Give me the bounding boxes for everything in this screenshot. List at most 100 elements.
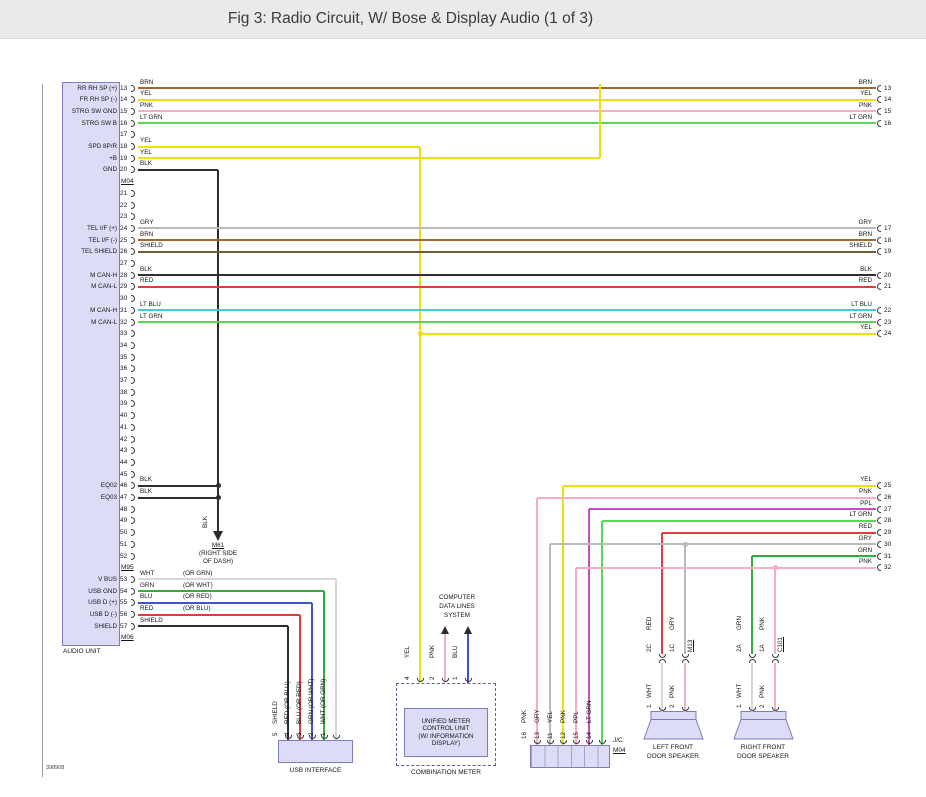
- jc-wire-label-12: PNK: [560, 710, 567, 723]
- jc-pin-bracket-11: [560, 740, 567, 744]
- au-connector-id-M06: M06: [121, 634, 134, 641]
- jc-pin-bracket-12: [573, 740, 580, 744]
- right-speaker-pin-wire-2: PNK: [759, 685, 766, 698]
- right-wire-label-17: GRY: [780, 219, 872, 226]
- au-pin-bracket-47: [131, 494, 135, 501]
- right-speaker-name-line1: RIGHT FRONT: [713, 744, 813, 751]
- left-speaker-pin-2: 2: [669, 704, 676, 708]
- au-pin-15: 15: [120, 108, 127, 115]
- junction-dot-1: [418, 331, 423, 336]
- wire-row28-ltgrn-seg1: [602, 520, 876, 522]
- au-pin-bracket-20: [131, 166, 135, 173]
- usb-pin-bracket-1: [333, 735, 340, 739]
- right-speaker-conn-lower-1A: [772, 659, 779, 663]
- au-pin-32: 32: [120, 319, 127, 326]
- au-pin-40: 40: [120, 412, 127, 419]
- au-pin-29: 29: [120, 283, 127, 290]
- au-wire-label-46: BLK: [140, 476, 152, 483]
- wire-row31-grn-seg2: [751, 556, 753, 654]
- meter-wire-label-1: BLU: [452, 646, 459, 658]
- diagram-left-border: [42, 84, 43, 777]
- au-pin-31: 31: [120, 307, 127, 314]
- usb-wire-label-5: SHIELD: [272, 701, 279, 724]
- left-speaker-conn-lower-2C: [659, 659, 666, 663]
- left-speaker-conn-wire-1C: GRY: [669, 616, 676, 630]
- left-speaker-pin-wire-1: WHT: [646, 684, 653, 698]
- au-pin-49: 49: [120, 517, 127, 524]
- wire-tel-shield-seg1: [138, 251, 876, 253]
- au-pin-bracket-44: [131, 459, 135, 466]
- meter-pin-bracket-1: [465, 678, 472, 682]
- left-speaker-pin-1: 1: [646, 704, 653, 708]
- au-pin-47: 47: [120, 494, 127, 501]
- jc-pin-13: 13: [534, 732, 541, 739]
- wire-row29-red-seg1: [662, 532, 876, 534]
- au-pin-28: 28: [120, 272, 127, 279]
- right-pin-22: 22: [884, 307, 891, 314]
- right-pin-15: 15: [884, 108, 891, 115]
- au-pin-bracket-21: [131, 190, 135, 197]
- left-speaker-name-line2: DOOR SPEAKER: [623, 753, 723, 760]
- au-pin-53: 53: [120, 576, 127, 583]
- au-pin-label-54: USB GND: [64, 588, 117, 595]
- right-pin-bracket-13: [877, 85, 881, 92]
- au-pin-bracket-23: [131, 213, 135, 220]
- au-pin-bracket-37: [131, 377, 135, 384]
- au-pin-bracket-49: [131, 517, 135, 524]
- au-pin-bracket-34: [131, 342, 135, 349]
- au-pin-bracket-41: [131, 424, 135, 431]
- document-number: 398908: [46, 765, 64, 771]
- au-wire-note-53: (OR GRN): [183, 570, 212, 577]
- au-pin-16: 16: [120, 120, 127, 127]
- au-pin-bracket-36: [131, 365, 135, 372]
- right-pin-29: 29: [884, 529, 891, 536]
- au-wire-note-54: (OR WHT): [183, 582, 213, 589]
- right-wire-label-29: RED: [780, 523, 872, 530]
- au-pin-26: 26: [120, 248, 127, 255]
- au-connector-id-M04: M04: [121, 178, 134, 185]
- au-pin-bracket-50: [131, 529, 135, 536]
- left-speaker-pin-bracket-2: [682, 707, 689, 711]
- au-pin-bracket-52: [131, 553, 135, 560]
- right-wire-label-20: BLK: [780, 266, 872, 273]
- ground-arrow-icon: [213, 531, 223, 541]
- au-pin-bracket-29: [131, 283, 135, 290]
- right-pin-28: 28: [884, 517, 891, 524]
- meter-pin-bracket-2: [442, 678, 449, 682]
- au-pin-bracket-25: [131, 237, 135, 244]
- au-wire-label-55: BLU: [140, 593, 152, 600]
- wire-meter-blu-seg1: [467, 634, 469, 683]
- usb-wire-label-1: WHT (OR GRN): [320, 679, 327, 724]
- right-pin-27: 27: [884, 506, 891, 513]
- wire-fr-rh-sp-seg1: [138, 99, 876, 101]
- wire-row28-ltgrn-seg2: [601, 521, 603, 745]
- wire-strg-sw-gnd-seg1: [138, 110, 876, 112]
- usb-pin-1: 1: [320, 732, 327, 736]
- au-wire-note-55: (OR RED): [183, 593, 212, 600]
- left-speaker-conn-wire-2C: RED: [646, 617, 653, 630]
- au-wire-label-25: BRN: [140, 231, 153, 238]
- right-pin-16: 16: [884, 120, 891, 127]
- au-pin-13: 13: [120, 85, 127, 92]
- jc-pin-bracket-14: [599, 740, 606, 744]
- right-pin-bracket-21: [877, 283, 881, 290]
- left-speaker-conn-pin-1C: 1C: [669, 644, 676, 652]
- au-pin-label-55: USB D (+): [64, 599, 117, 606]
- au-pin-bracket-16: [131, 120, 135, 127]
- ground-id: M61: [186, 542, 250, 549]
- left-speaker-conn-lower-1C: [682, 659, 689, 663]
- au-pin-label-28: M CAN-H: [64, 272, 117, 279]
- wire-m-can-h-a-seg1: [138, 274, 876, 276]
- usb-pin-4: 4: [284, 732, 291, 736]
- wire-m-can-l-a-seg1: [138, 286, 876, 288]
- right-pin-26: 26: [884, 494, 891, 501]
- au-pin-44: 44: [120, 459, 127, 466]
- au-wire-note-56: (OR BLU): [183, 605, 211, 612]
- au-pin-bracket-15: [131, 108, 135, 115]
- au-pin-label-29: M CAN-L: [64, 283, 117, 290]
- meter-wire-label-4: YEL: [404, 646, 411, 658]
- right-pin-25: 25: [884, 482, 891, 489]
- au-pin-bracket-40: [131, 412, 135, 419]
- au-pin-45: 45: [120, 471, 127, 478]
- au-pin-bracket-28: [131, 272, 135, 279]
